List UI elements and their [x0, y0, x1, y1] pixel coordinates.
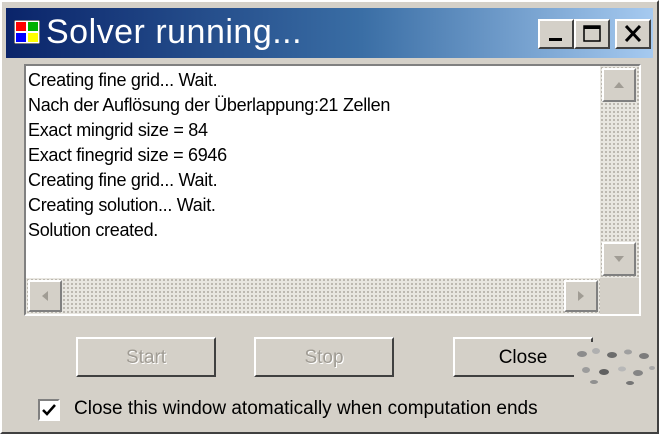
log-line: Exact finegrid size = 6946 [28, 145, 227, 165]
log-lines: Creating fine grid... Wait. Nach der Auf… [28, 68, 598, 243]
log-line: Creating solution... Wait. [28, 195, 216, 215]
stop-button[interactable]: Stop [254, 337, 394, 377]
vertical-scrollbar[interactable] [600, 66, 639, 278]
app-icon [14, 20, 40, 44]
title-bar[interactable]: Solver running... [6, 8, 653, 58]
arrow-left-icon [42, 291, 48, 301]
solver-window: Solver running... Creating fine grid... … [0, 0, 659, 434]
output-log[interactable]: Creating fine grid... Wait. Nach der Auf… [24, 64, 641, 316]
minimize-button[interactable] [538, 19, 574, 49]
auto-close-label: Close this window atomatically when comp… [74, 398, 538, 419]
close-icon [624, 24, 642, 43]
log-line: Nach der Auflösung der Überlappung:21 Ze… [28, 95, 391, 115]
maximize-button[interactable] [574, 19, 610, 49]
scroll-left-button[interactable] [28, 280, 62, 312]
log-line: Creating fine grid... Wait. [28, 70, 218, 90]
arrow-down-icon [614, 256, 624, 262]
scroll-right-button[interactable] [564, 280, 598, 312]
start-button[interactable]: Start [76, 337, 216, 377]
scroll-up-button[interactable] [602, 68, 636, 102]
arrow-right-icon [578, 291, 584, 301]
log-line: Exact mingrid size = 84 [28, 120, 208, 140]
busy-animation-icon [574, 342, 656, 386]
minimize-icon [549, 38, 562, 41]
close-button[interactable]: Close [453, 337, 593, 377]
scroll-down-button[interactable] [602, 242, 636, 276]
window-title: Solver running... [46, 13, 303, 51]
log-line: Solution created. [28, 220, 158, 240]
maximize-icon [583, 25, 601, 42]
checkmark-icon [42, 404, 56, 416]
log-line: Creating fine grid... Wait. [28, 170, 218, 190]
close-window-button[interactable] [615, 19, 651, 49]
horizontal-scrollbar[interactable] [26, 278, 600, 314]
arrow-up-icon [614, 82, 624, 88]
scrollbar-corner [600, 278, 639, 314]
auto-close-checkbox[interactable] [38, 399, 60, 421]
